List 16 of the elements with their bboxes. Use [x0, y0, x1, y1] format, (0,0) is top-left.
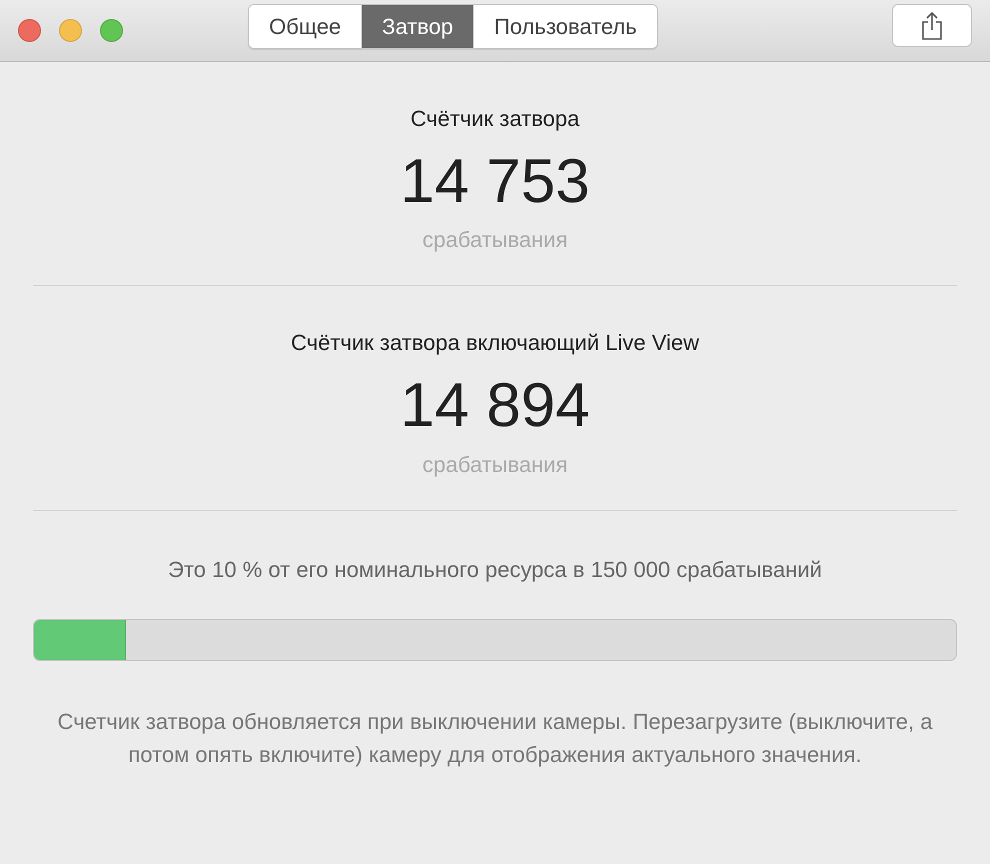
tab[interactable]: Затвор	[361, 5, 474, 48]
note-text: Счетчик затвора обновляется при выключении камеры. Перезагрузите (выключите, а потом опять включите) камеру для отображения актуального значения.	[56, 708, 934, 769]
close-button[interactable]	[18, 19, 41, 42]
counter-unit: срабатывания	[422, 452, 568, 478]
zoom-button[interactable]	[100, 19, 123, 42]
share-icon	[921, 10, 943, 40]
minimize-button[interactable]	[59, 19, 82, 42]
share-button[interactable]	[892, 4, 972, 47]
counter-value: 14 753	[400, 146, 590, 218]
tab[interactable]: Общее	[249, 5, 362, 48]
counter-unit: срабатывания	[422, 227, 568, 254]
resource-text: Это 10 % от его номинального ресурса в 150 000 срабатываний	[168, 556, 822, 583]
tab[interactable]: Пользователь	[473, 5, 657, 48]
counter-title: Счётчик затвора	[410, 106, 580, 132]
counter-value: 14 894	[400, 370, 590, 442]
counter-title: Счётчик затвора включающий Live View	[290, 330, 700, 356]
